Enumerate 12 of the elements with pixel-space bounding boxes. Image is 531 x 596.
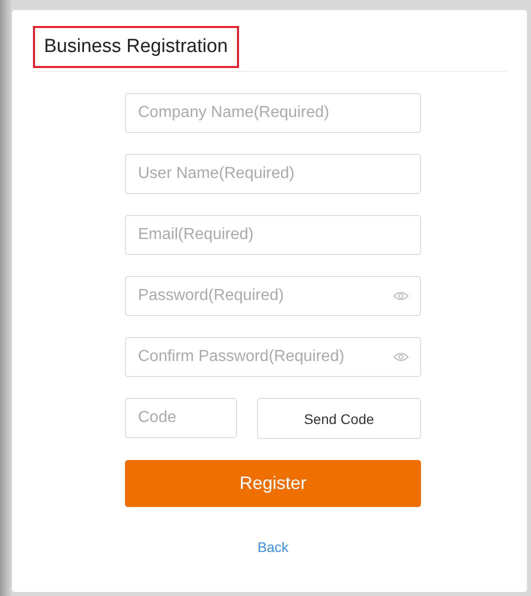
password-field[interactable]: Password(Required) bbox=[125, 276, 421, 316]
input-field[interactable]: Company Name(Required) bbox=[125, 93, 421, 133]
eye-icon[interactable] bbox=[393, 291, 409, 301]
register-button[interactable]: Register bbox=[125, 460, 421, 507]
input-field[interactable]: User Name(Required) bbox=[125, 154, 421, 194]
password-field[interactable]: Confirm Password(Required) bbox=[125, 337, 421, 377]
code-field[interactable]: Code bbox=[125, 398, 237, 438]
input-field[interactable]: Email(Required) bbox=[125, 215, 421, 255]
eye-icon[interactable] bbox=[393, 352, 409, 362]
page-title: Business Registration bbox=[33, 26, 239, 68]
send-code-button[interactable]: Send Code bbox=[257, 398, 421, 439]
back-link[interactable]: Back bbox=[257, 539, 289, 555]
